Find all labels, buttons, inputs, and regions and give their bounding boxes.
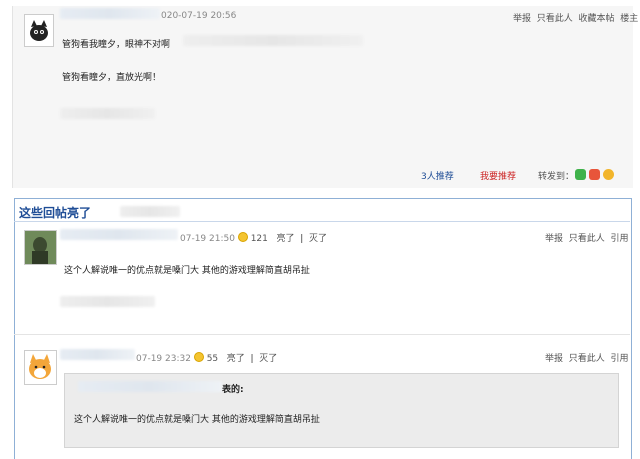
green-avatar-icon[interactable]: [24, 230, 57, 265]
bulb-icon: [237, 232, 248, 242]
reply1-blurred-signature: [60, 296, 155, 307]
reply1-content: 这个人解说唯一的优点就是嗓门大 其他的游戏理解简直胡吊扯: [64, 266, 310, 276]
share-label: 转发到：: [538, 172, 575, 182]
quote-header: 表的:: [222, 385, 244, 395]
reply2-username-blurred[interactable]: [60, 349, 135, 360]
reply-separator: [14, 334, 630, 335]
only-this-user-link[interactable]: 只看此人: [537, 14, 573, 24]
reply2-light-button[interactable]: 亮了: [227, 354, 245, 364]
blurred-header-overlay: [120, 206, 180, 217]
wechat-icon[interactable]: [575, 169, 586, 180]
shiba-avatar-icon[interactable]: [24, 350, 57, 385]
blurred-content: [183, 35, 363, 46]
reply1-dim-button[interactable]: 灭了: [309, 234, 327, 244]
report-link[interactable]: 举报: [513, 14, 531, 24]
hot-replies-title: 这些回帖亮了: [19, 206, 92, 220]
qzone-icon[interactable]: [603, 169, 614, 180]
post-content-line1: 管狗看我瞳夕，眼神不对啊: [62, 40, 171, 50]
post-content-line2: 管狗看瞳夕，直放光啊！: [62, 73, 162, 83]
username-blurred[interactable]: [60, 8, 160, 19]
quote-author-blurred: [78, 381, 222, 392]
reply1-actions: 举报 只看此人 引用: [545, 231, 629, 244]
main-post: [12, 6, 633, 188]
reply1-username-blurred[interactable]: [60, 229, 178, 240]
reply1-time: 07-19 21:50: [180, 234, 235, 244]
cat-avatar-icon[interactable]: [24, 14, 54, 47]
reply1-only-user-link[interactable]: 只看此人: [569, 234, 605, 244]
reply2-meta: 07-19 23:32 55 亮了 | 灭了: [136, 352, 278, 364]
hot-divider: [14, 221, 630, 222]
reply1-light-button[interactable]: 亮了: [276, 234, 294, 244]
reply1-quote-link[interactable]: 引用: [611, 234, 629, 244]
reply1-meta: 07-19 21:50 121 亮了 | 灭了: [180, 232, 327, 244]
bulb-icon: [193, 352, 204, 362]
reply1-likes: 121: [250, 234, 268, 244]
reply2-time: 07-19 23:32: [136, 354, 191, 364]
blurred-signature: [60, 108, 155, 119]
reply2-actions: 举报 只看此人 引用: [545, 351, 629, 364]
recommend-button[interactable]: 我要推荐: [480, 169, 516, 182]
reply2-report-link[interactable]: 举报: [545, 354, 563, 364]
floor-label: 楼主: [620, 14, 639, 24]
reply1-report-link[interactable]: 举报: [545, 234, 563, 244]
quote-content: 这个人解说唯一的优点就是嗓门大 其他的游戏理解简直胡吊扯: [74, 415, 320, 425]
reply2-only-user-link[interactable]: 只看此人: [569, 354, 605, 364]
reply2-dim-button[interactable]: 灭了: [259, 354, 277, 364]
reply2-quote-link[interactable]: 引用: [611, 354, 629, 364]
favorite-link[interactable]: 收藏本帖: [579, 14, 615, 24]
reply2-likes: 55: [206, 354, 219, 364]
post-actions: 举报 只看此人 收藏本帖 楼主: [513, 11, 638, 24]
post-time: 020-07-19 20:56: [161, 11, 237, 21]
weibo-icon[interactable]: [589, 169, 600, 180]
recommend-count[interactable]: 3人推荐: [421, 169, 454, 182]
